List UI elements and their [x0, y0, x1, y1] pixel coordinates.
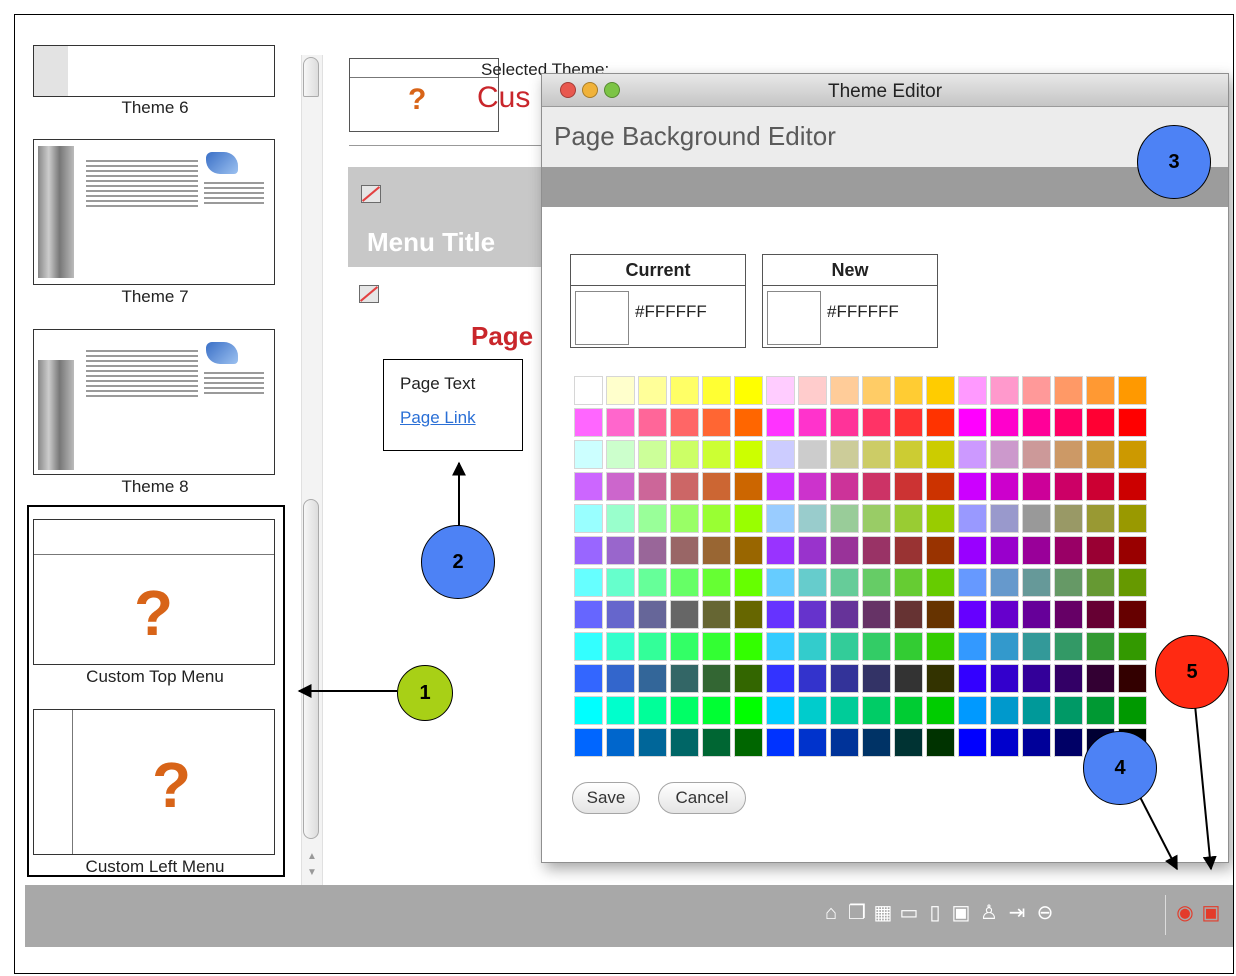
arrow-4 — [1138, 794, 1178, 871]
callout-5: 5 — [1155, 635, 1229, 709]
callout-4: 4 — [1083, 731, 1157, 805]
callout-3: 3 — [1137, 125, 1211, 199]
arrow-5 — [1194, 704, 1217, 871]
callout-2: 2 — [421, 525, 495, 599]
annotation-arrows — [297, 461, 1217, 871]
callout-1: 1 — [397, 665, 453, 721]
app-frame: Theme 6 Theme 7 Theme 8 ? Custom Top Men… — [14, 14, 1234, 974]
